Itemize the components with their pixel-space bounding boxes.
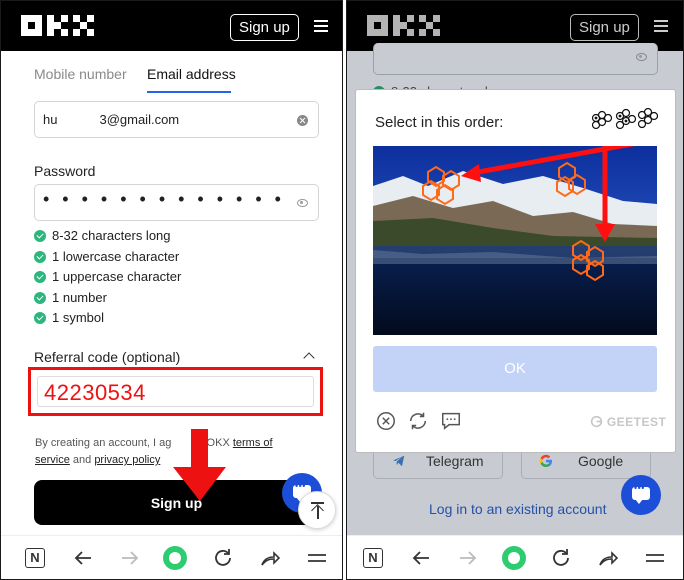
referral-highlight-box: 42230534 (28, 367, 323, 416)
share-icon[interactable] (596, 546, 620, 570)
home-icon[interactable] (502, 546, 526, 570)
email-field[interactable]: hu 3@gmail.com (34, 101, 319, 138)
app-header: Sign up (1, 1, 342, 51)
captcha-dialog: Select in this order: OK GEETEST (355, 89, 676, 453)
back-icon[interactable] (71, 546, 95, 570)
email-value: hu 3@gmail.com (43, 112, 180, 127)
home-icon[interactable] (163, 546, 187, 570)
privacy-policy-link[interactable]: privacy policy (94, 454, 160, 466)
list-item: 1 uppercase character (34, 268, 181, 289)
check-icon (34, 230, 46, 242)
referral-label: Referral code (optional) (34, 349, 181, 365)
menu-icon[interactable] (654, 20, 668, 32)
browser-toolbar: N (1, 535, 342, 579)
forward-icon[interactable] (456, 546, 480, 570)
menu-icon[interactable] (314, 20, 328, 32)
eye-icon[interactable] (297, 199, 308, 207)
tab-email-address[interactable]: Email address (147, 66, 236, 82)
signup-submit-button[interactable]: Sign up (34, 480, 319, 525)
menu-icon[interactable] (643, 546, 667, 570)
list-item: 1 number (34, 289, 181, 310)
password-field (373, 43, 658, 75)
geetest-icon (590, 415, 603, 428)
menu-icon[interactable] (305, 546, 329, 570)
feedback-icon[interactable] (440, 410, 462, 432)
list-item: 1 symbol (34, 309, 181, 330)
reload-icon[interactable] (549, 546, 573, 570)
back-icon[interactable] (409, 546, 433, 570)
captcha-image[interactable] (373, 146, 657, 335)
referral-code-value: 42230534 (44, 380, 146, 405)
geetest-logo: GEETEST (590, 415, 666, 429)
header-signup-button[interactable]: Sign up (230, 14, 299, 41)
password-requirements: 8-32 characters long 1 lowercase charact… (34, 227, 181, 330)
captcha-ok-button[interactable]: OK (373, 346, 657, 392)
signup-screen: Sign up Mobile number Email address hu 3@… (0, 0, 343, 580)
okx-logo[interactable] (367, 15, 443, 37)
tab-mobile-number[interactable]: Mobile number (34, 66, 127, 82)
list-item: 8-32 characters long (34, 227, 181, 248)
clear-icon[interactable] (297, 115, 308, 126)
terms-text: By creating an account, I ag o OKX terms … (35, 437, 273, 466)
tabs-icon[interactable]: N (25, 548, 45, 568)
google-icon (539, 454, 553, 468)
captcha-screen: Sign up 8-32 characters long Telegram Go… (346, 0, 684, 580)
captcha-hint-glyphs (591, 108, 658, 130)
forward-icon[interactable] (118, 546, 142, 570)
check-icon (34, 291, 46, 304)
password-mask: • • • • • • • • • • • • • (43, 189, 285, 209)
share-icon[interactable] (258, 546, 282, 570)
list-item: 1 lowercase character (34, 248, 181, 269)
chevron-up-icon[interactable] (303, 352, 315, 364)
browser-toolbar: N (347, 535, 683, 579)
eye-icon (636, 53, 647, 61)
okx-logo[interactable] (21, 15, 97, 37)
tabs-icon[interactable]: N (363, 548, 383, 568)
login-existing-account-link: Log in to an existing account (429, 501, 607, 517)
refresh-icon[interactable] (407, 410, 429, 432)
reload-icon[interactable] (211, 546, 235, 570)
check-icon (34, 312, 46, 324)
close-icon[interactable] (375, 410, 397, 432)
active-tab-indicator (147, 91, 231, 93)
chat-support-button[interactable] (621, 475, 661, 515)
password-field[interactable]: • • • • • • • • • • • • • (34, 184, 319, 221)
captcha-instruction: Select in this order: (375, 114, 504, 131)
header-signup-button[interactable]: Sign up (570, 14, 639, 41)
referral-code-input[interactable]: 42230534 (37, 376, 314, 407)
check-icon (34, 250, 46, 263)
password-label: Password (34, 163, 96, 179)
telegram-icon (393, 455, 405, 467)
check-icon (34, 271, 46, 283)
scroll-to-top-button[interactable] (298, 491, 336, 529)
